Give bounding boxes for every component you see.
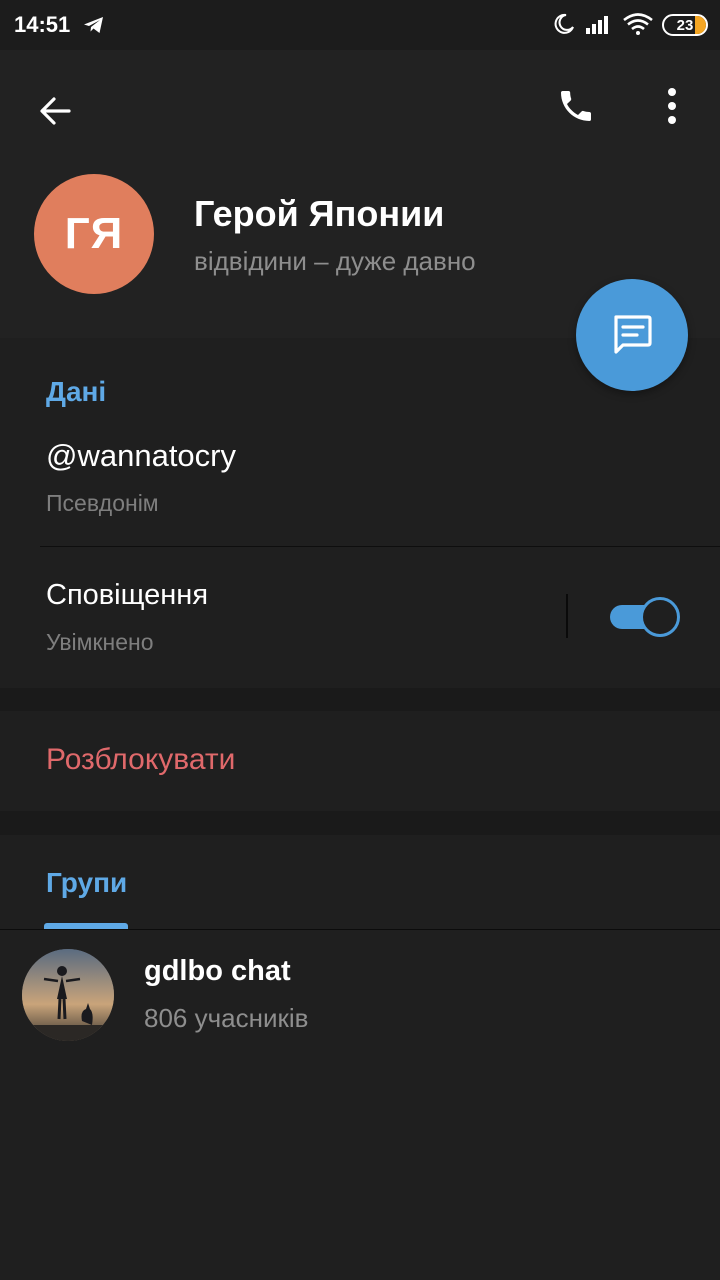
back-button[interactable] [30, 86, 80, 136]
signal-icon [586, 16, 608, 34]
status-bar: 14:51 23 [0, 0, 720, 50]
vertical-divider [566, 594, 568, 638]
battery-icon: 23 [662, 14, 708, 36]
avatar[interactable]: ГЯ [34, 174, 154, 294]
notifications-title[interactable]: Сповіщення [46, 579, 208, 612]
info-section: Дані @wannatocry Псевдонім Сповіщення Ув… [0, 338, 720, 688]
more-options-button[interactable] [652, 80, 692, 132]
profile-last-seen: відвідини – дуже давно [194, 246, 476, 276]
message-icon [614, 315, 652, 354]
notifications-toggle[interactable] [610, 597, 680, 637]
call-button[interactable] [550, 80, 602, 132]
moon-icon [554, 13, 574, 34]
status-time: 14:51 [14, 12, 71, 37]
group-avatar [22, 949, 114, 1041]
toggle-thumb [640, 597, 680, 637]
tab-groups[interactable]: Групи [46, 867, 127, 899]
info-section-title: Дані [46, 376, 107, 407]
wifi-icon [623, 13, 653, 35]
notifications-status: Увімкнено [46, 629, 154, 655]
send-message-button[interactable] [576, 279, 688, 391]
list-item[interactable]: gdlbo chat 806 учасників [0, 931, 720, 1051]
silhouette-image [22, 949, 114, 1041]
unblock-button[interactable]: Розблокувати [46, 743, 235, 777]
tab-divider [0, 929, 720, 930]
profile-name: Герой Японии [194, 193, 445, 234]
username-value[interactable]: @wannatocry [46, 438, 236, 474]
avatar-initials: ГЯ [64, 209, 124, 258]
group-members-count: 806 учасників [144, 1003, 309, 1033]
username-label: Псевдонім [46, 490, 159, 516]
more-vertical-icon [668, 88, 676, 124]
group-name: gdlbo chat [144, 955, 291, 987]
groups-section: Групи gdlbo chat 806 учасників [0, 835, 720, 1280]
arrow-left-icon [40, 97, 71, 125]
divider [40, 546, 720, 547]
telegram-icon [84, 17, 103, 33]
unblock-section[interactable]: Розблокувати [0, 711, 720, 811]
battery-level: 23 [676, 16, 694, 34]
phone-icon [561, 91, 591, 121]
